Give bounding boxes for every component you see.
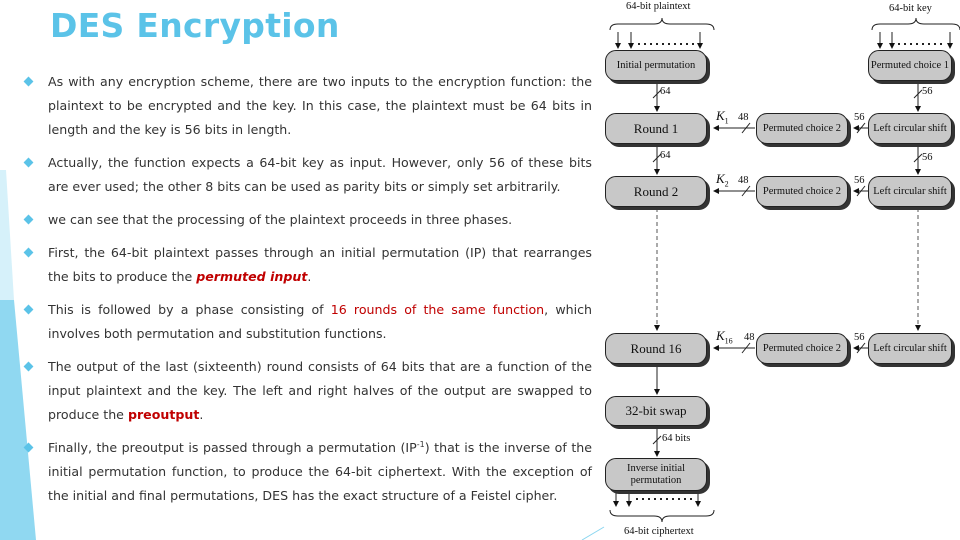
k16-label: K16 [716, 328, 733, 346]
inverse-initial-permutation-box: Inverse initial permutation [605, 458, 707, 491]
round-1-box: Round 1 [605, 113, 707, 144]
ciphertext-label: 64-bit ciphertext [624, 526, 694, 537]
bits-label-56: 56 [854, 112, 865, 123]
bullet-text: Finally, the preoutput is passed through… [48, 440, 417, 455]
bits-label-48: 48 [744, 332, 755, 343]
bullet-item: Finally, the preoutput is passed through… [23, 436, 592, 508]
bullet-text: First, the 64-bit plaintext passes throu… [48, 245, 592, 284]
permuted-choice-1-box: Permuted choice 1 [868, 50, 952, 81]
bits-label-64-bits: 64 bits [662, 433, 691, 444]
bits-label-56: 56 [922, 86, 933, 97]
bits-label-48: 48 [738, 112, 749, 123]
initial-permutation-box: Initial permutation [605, 50, 707, 81]
diamond-bullet-icon [23, 157, 34, 168]
bits-label-56: 56 [854, 332, 865, 343]
diamond-bullet-icon [23, 247, 34, 258]
des-encryption-diagram: 64-bit plaintext 64-bit key Initial perm… [596, 0, 960, 540]
diamond-bullet-icon [23, 361, 34, 372]
k1-label: K1 [716, 108, 729, 126]
bullet-text: . [199, 407, 204, 422]
bullet-text: As with any encryption scheme, there are… [48, 74, 592, 137]
left-circular-shift-box-2: Left circular shift [868, 176, 952, 207]
bits-label-64: 64 [660, 150, 671, 161]
bits-label-56: 56 [922, 152, 933, 163]
round-2-box: Round 2 [605, 176, 707, 207]
slide-title: DES Encryption [50, 6, 340, 45]
plaintext-label: 64-bit plaintext [626, 1, 691, 12]
ciphertext-brace [609, 509, 715, 523]
bullet-item: First, the 64-bit plaintext passes throu… [23, 241, 592, 289]
bullet-item: we can see that the processing of the pl… [23, 208, 592, 232]
bullet-item: The output of the last (sixteenth) round… [23, 355, 592, 427]
left-circular-shift-box-1: Left circular shift [868, 113, 952, 144]
diamond-bullet-icon [23, 214, 34, 225]
bullet-item: As with any encryption scheme, there are… [23, 70, 592, 142]
highlighted-text: -1 [416, 439, 425, 449]
round-16-box: Round 16 [605, 333, 707, 364]
32-bit-swap-box: 32-bit swap [605, 396, 707, 426]
bullet-text: This is followed by a phase consisting o… [48, 302, 331, 317]
permuted-choice-2-box-2: Permuted choice 2 [756, 176, 848, 207]
highlighted-text: 16 rounds of the same function [330, 302, 545, 317]
bullet-text: we can see that the processing of the pl… [48, 212, 513, 227]
bullet-item: Actually, the function expects a 64-bit … [23, 151, 592, 199]
left-circular-shift-box-16: Left circular shift [868, 333, 952, 364]
permuted-choice-2-box-1: Permuted choice 2 [756, 113, 848, 144]
key-label: 64-bit key [889, 3, 932, 14]
diamond-bullet-icon [23, 76, 34, 87]
bullet-item: This is followed by a phase consisting o… [23, 298, 592, 346]
permuted-choice-2-box-16: Permuted choice 2 [756, 333, 848, 364]
key-brace [871, 17, 960, 31]
bits-label-48: 48 [738, 175, 749, 186]
k2-label: K2 [716, 171, 729, 189]
bullet-text: . [307, 269, 312, 284]
diamond-bullet-icon [23, 442, 34, 453]
diamond-bullet-icon [23, 304, 34, 315]
plaintext-brace [609, 17, 715, 31]
bits-label-56: 56 [854, 175, 865, 186]
highlighted-text: permuted input [196, 269, 308, 284]
bullet-text: Actually, the function expects a 64-bit … [48, 155, 592, 194]
highlighted-text: preoutput [127, 407, 200, 422]
bits-label-64: 64 [660, 86, 671, 97]
bullet-list: As with any encryption scheme, there are… [23, 70, 592, 517]
